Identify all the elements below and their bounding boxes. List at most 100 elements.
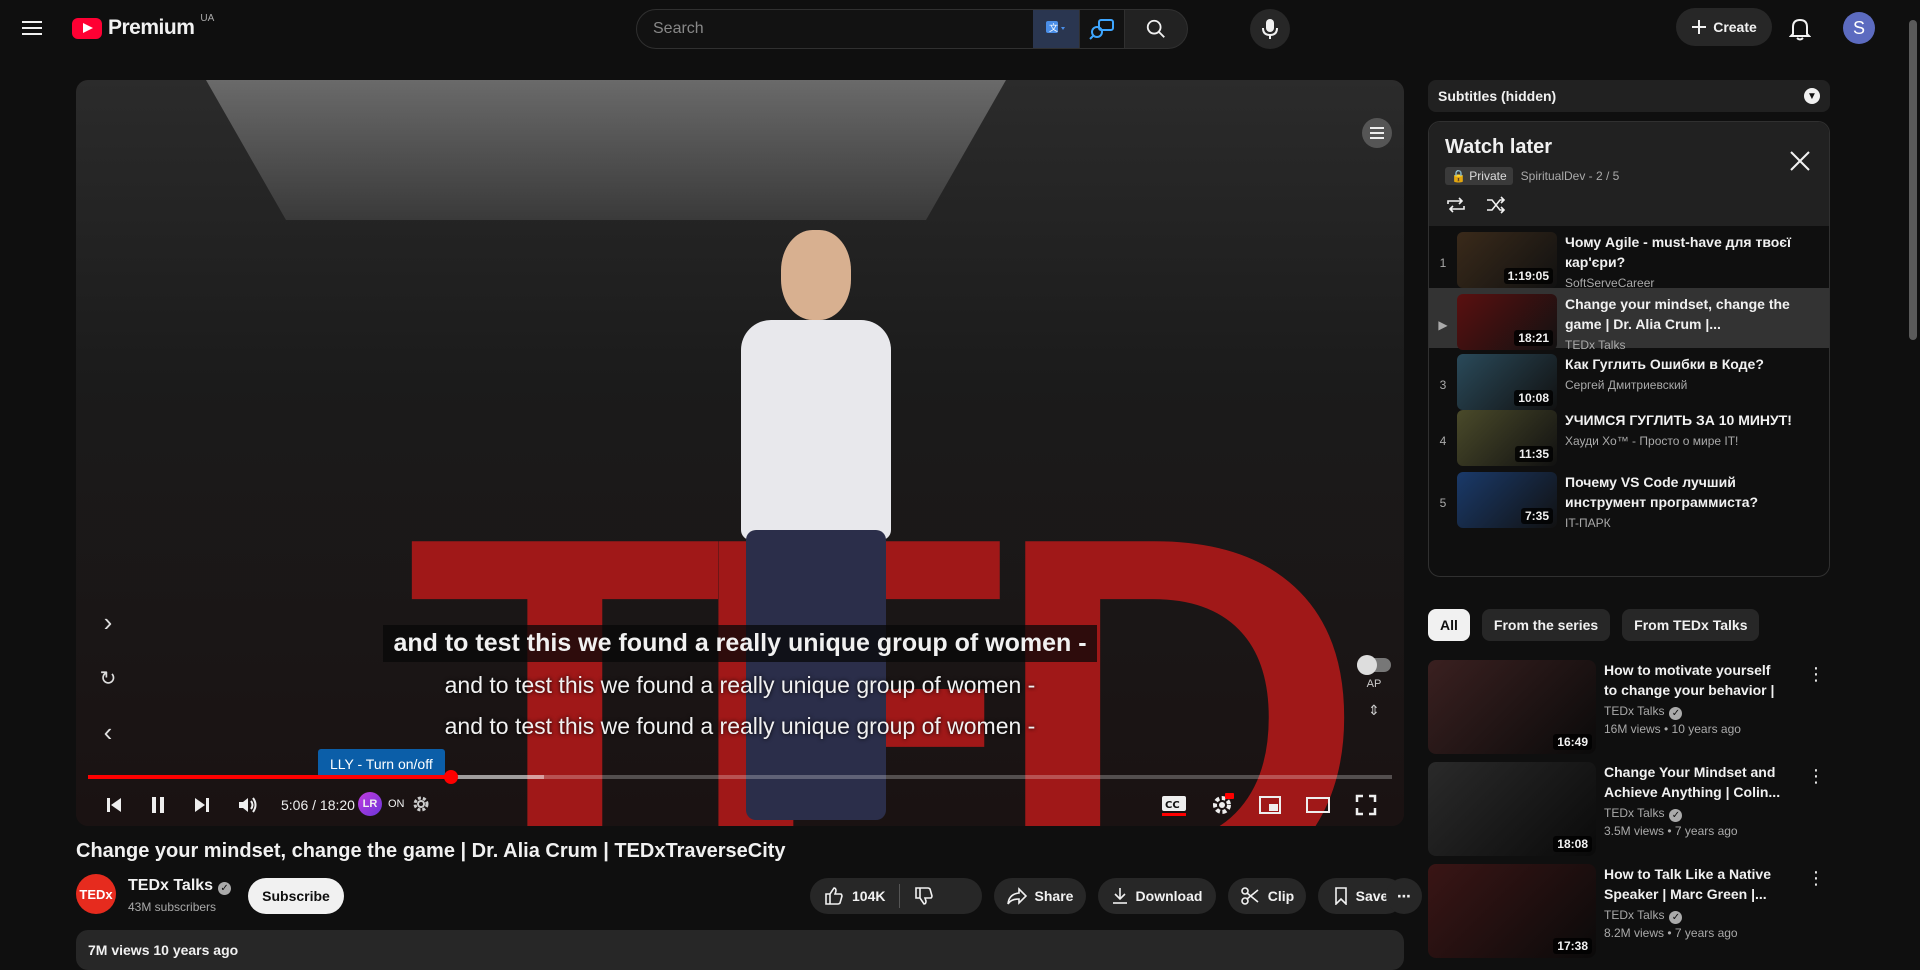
lly-settings-gear-icon <box>413 796 428 812</box>
recommendation-channel[interactable]: TEDx Talks ✓ <box>1604 908 1683 924</box>
more-actions-icon[interactable]: ⋯ <box>1386 878 1422 914</box>
voice-search-button[interactable] <box>1250 9 1290 49</box>
fullscreen-icon[interactable] <box>1348 785 1384 825</box>
playlist-item[interactable]: 4 11:35 УЧИМСЯ ГУГЛИТЬ ЗА 10 МИНУТ! Хауди Х… <box>1429 404 1829 466</box>
playlist-item-thumbnail[interactable]: 11:35 <box>1457 410 1557 466</box>
channel-avatar[interactable]: TEDx <box>76 874 116 914</box>
subtitles-panel-toggle[interactable]: Subtitles (hidden) ▼ <box>1428 80 1830 112</box>
volume-icon[interactable] <box>230 785 266 825</box>
channel-name[interactable]: TEDx Talks ✓ <box>128 877 232 895</box>
playlist-item[interactable]: 5 7:35 Почему VS Code лучший инструмент пр… <box>1429 466 1829 530</box>
more-options-icon[interactable]: ⋮ <box>1806 766 1826 790</box>
like-count: 104K <box>852 888 886 904</box>
miniplayer-icon[interactable] <box>1252 785 1288 825</box>
filter-chip[interactable]: From the series <box>1481 609 1611 641</box>
subtitles-panel-label: Subtitles (hidden) <box>1438 88 1557 104</box>
account-avatar[interactable]: S <box>1843 12 1875 44</box>
filter-chip[interactable]: From TEDx Talks <box>1622 609 1760 641</box>
settings-gear-icon[interactable] <box>1204 785 1240 825</box>
caption-window: and to test this we found a really uniqu… <box>76 625 1404 754</box>
playlist-item-thumbnail[interactable]: 1:19:05 <box>1457 232 1557 288</box>
theater-mode-icon[interactable] <box>1300 785 1336 825</box>
share-button[interactable]: Share <box>994 878 1086 914</box>
privacy-label: Private <box>1469 169 1507 183</box>
player-overlay-menu-icon[interactable] <box>1362 118 1392 148</box>
recommendation-thumbnail[interactable]: 18:08 <box>1428 762 1596 856</box>
playlist-item-thumbnail[interactable]: 10:08 <box>1457 354 1557 410</box>
recommendation-channel[interactable]: TEDx Talks ✓ <box>1604 704 1683 720</box>
playlist-item[interactable]: 3 10:08 Как Гуглить Ошибки в Коде? Сергей Д… <box>1429 348 1829 410</box>
more-options-icon[interactable]: ⋮ <box>1806 664 1826 688</box>
search-extension-icon[interactable] <box>1080 9 1124 49</box>
search-placeholder: Search <box>653 20 704 37</box>
recommendation-item[interactable]: 18:08 Change Your Mindset and Achieve Any… <box>1428 762 1830 856</box>
playlist-owner-position[interactable]: SpiritualDev - 2 / 5 <box>1521 169 1620 183</box>
playlist-item-title[interactable]: Чому Agile - must-have для твоєї кар'єри… <box>1565 232 1795 272</box>
next-video-icon[interactable] <box>184 785 220 825</box>
recommendation-item[interactable]: 17:38 How to Talk Like a Native Speaker |… <box>1428 864 1830 958</box>
thumbs-down-icon <box>915 887 934 905</box>
search-bar: Search 文 <box>636 9 1188 49</box>
playlist-item[interactable]: 1 1:19:05 Чому Agile - must-have для твоєї… <box>1429 226 1829 290</box>
playlist-item-channel[interactable]: Сергей Дмитриевский <box>1565 378 1795 392</box>
video-player[interactable]: TED › ↻ ‹ AP ⇕ and to test this we found… <box>76 80 1404 826</box>
like-button[interactable]: 104K <box>810 884 901 908</box>
playlist-item-thumbnail[interactable]: 7:35 <box>1457 472 1557 528</box>
recommendation-title[interactable]: How to Talk Like a Native Speaker | Marc… <box>1604 864 1784 904</box>
playlist-item-title[interactable]: Change your mindset, change the game | D… <box>1565 294 1795 334</box>
previous-video-icon[interactable] <box>96 785 132 825</box>
recommendation-title[interactable]: Change Your Mindset and Achieve Anything… <box>1604 762 1784 802</box>
playlist-item-index: 1 <box>1439 256 1447 270</box>
duration-badge: 7:35 <box>1520 508 1553 524</box>
playlist-item-title[interactable]: УЧИМСЯ ГУГЛИТЬ ЗА 10 МИНУТ! <box>1565 410 1795 430</box>
playlist-item-index: 4 <box>1439 434 1447 448</box>
channel-row: TEDx TEDx Talks ✓ 43M subscribers Subscri… <box>76 874 1422 918</box>
svg-text:文: 文 <box>1049 22 1058 34</box>
verified-check-icon: ✓ <box>218 882 232 895</box>
playlist-item-title[interactable]: Почему VS Code лучший инструмент програм… <box>1565 472 1795 512</box>
description-box[interactable]: 7M views 10 years ago <box>76 930 1404 970</box>
verified-check-icon: ✓ <box>1669 809 1683 822</box>
pause-icon[interactable] <box>140 785 176 825</box>
lly-extension-toggle[interactable]: LR ON <box>358 792 431 816</box>
recommendation-thumbnail[interactable]: 16:49 <box>1428 660 1596 754</box>
playlist-item-title[interactable]: Как Гуглить Ошибки в Коде? <box>1565 354 1795 374</box>
translate-icon[interactable]: 文 <box>1033 10 1079 48</box>
loop-icon[interactable] <box>1445 196 1467 214</box>
playlist-item-channel[interactable]: Хауди Хо™ - Просто о мире IT! <box>1565 434 1795 448</box>
subscribe-button[interactable]: Subscribe <box>248 878 344 914</box>
recommendation-thumbnail[interactable]: 17:38 <box>1428 864 1596 958</box>
create-button[interactable]: Create <box>1676 8 1772 46</box>
clip-button[interactable]: Clip <box>1228 878 1306 914</box>
recommendation-channel[interactable]: TEDx Talks ✓ <box>1604 806 1683 822</box>
chevron-down-icon[interactable]: ▼ <box>1804 88 1820 104</box>
youtube-logo[interactable]: Premium UA <box>72 13 214 40</box>
scrubber-handle[interactable] <box>443 770 458 784</box>
playlist-controls <box>1445 196 1507 214</box>
privacy-badge: 🔒 Private <box>1445 167 1513 185</box>
recommendation-item[interactable]: 16:49 How to motivate yourself to change … <box>1428 660 1830 754</box>
search-input[interactable]: Search 文 <box>636 9 1080 49</box>
subscriber-count: 43M subscribers <box>128 900 217 914</box>
progress-bar[interactable] <box>88 770 1392 784</box>
close-icon[interactable] <box>1787 148 1813 174</box>
more-options-icon[interactable]: ⋮ <box>1806 868 1826 892</box>
menu-icon[interactable] <box>22 16 46 40</box>
clip-label: Clip <box>1267 888 1295 904</box>
download-button[interactable]: Download <box>1098 878 1216 914</box>
shuffle-icon[interactable] <box>1485 196 1507 214</box>
channel-name-text[interactable]: TEDx Talks <box>128 877 213 894</box>
time-display: 5:06 / 18:20 <box>281 797 355 813</box>
dislike-button[interactable] <box>900 886 948 906</box>
playlist-item-channel[interactable]: IT-ПАРК <box>1565 516 1795 530</box>
notifications-bell-icon[interactable] <box>1785 14 1815 44</box>
recommendation-title[interactable]: How to motivate yourself to change your … <box>1604 660 1784 700</box>
playlist-item-thumbnail[interactable]: 18:21 <box>1457 294 1557 350</box>
scrollbar-thumb[interactable] <box>1909 20 1917 340</box>
save-label: Save <box>1355 888 1389 904</box>
playlist-item[interactable]: ▶ 18:21 Change your mindset, change the ga… <box>1429 288 1829 352</box>
subtitles-cc-icon[interactable]: CC <box>1156 785 1192 825</box>
playlist-title[interactable]: Watch later <box>1445 136 1813 159</box>
search-button[interactable] <box>1124 9 1188 49</box>
filter-chip[interactable]: All <box>1428 609 1470 641</box>
